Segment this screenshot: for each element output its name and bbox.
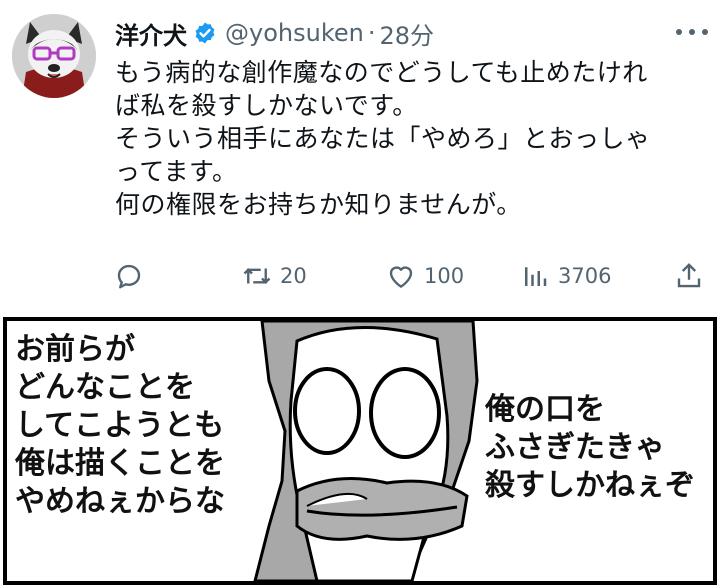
speech-line: ふさぎたきゃ (485, 430, 665, 465)
speech-line: 俺の口を (485, 392, 605, 427)
reply-button[interactable] (114, 258, 144, 294)
tweet: 洋介犬 @yohsuken · 28分 もう病的な創作魔なのでどうしても止めたけ… (0, 0, 720, 310)
speech-line: お前らが (15, 332, 135, 367)
timestamp[interactable]: 28分 (379, 16, 434, 51)
tweet-line: 何の権限をお持ちか知りませんが。 (115, 190, 522, 219)
tweet-line: ってます。 (115, 157, 238, 186)
user-handle[interactable]: @yohsuken (225, 19, 364, 47)
speech-line: やめねぇからな (15, 484, 225, 519)
heart-icon (389, 266, 413, 288)
tweet-line: ば私を殺すしかないです。 (115, 91, 418, 120)
more-options-icon[interactable] (676, 22, 708, 42)
views-count: 3706 (558, 264, 612, 288)
avatar[interactable] (12, 14, 96, 98)
views-icon (525, 267, 547, 286)
share-icon (677, 263, 701, 288)
tweet-text: もう病的な創作魔なのでどうしても止めたけれ ば私を殺すしかないです。 そういう相… (115, 56, 705, 221)
views-button[interactable]: 3706 (520, 258, 611, 294)
tweet-line: もう病的な創作魔なのでどうしても止めたけれ (115, 58, 648, 87)
share-button[interactable] (674, 258, 704, 294)
tweet-line: そういう相手にあなたは「やめろ」とおっしゃ (115, 124, 651, 153)
tweet-actions: 20 100 3706 (110, 258, 710, 294)
retweet-icon (243, 268, 271, 284)
retweet-button[interactable]: 20 (242, 258, 307, 294)
like-count: 100 (424, 264, 465, 288)
verified-badge-icon (195, 22, 215, 44)
tweet-header: 洋介犬 @yohsuken · 28分 (115, 16, 434, 50)
speech-line: してこようとも (15, 408, 225, 443)
speech-text-right: 俺の口を ふさぎたきゃ 殺すしかねぇぞ (485, 391, 695, 505)
display-name[interactable]: 洋介犬 (115, 16, 187, 51)
separator: · (367, 19, 376, 47)
reply-icon (117, 264, 141, 289)
speech-line: どんなことを (15, 370, 195, 405)
speech-line: 俺は描くことを (15, 446, 225, 481)
retweet-count: 20 (280, 264, 307, 288)
comic-panel: お前らが どんなことを してこようとも 俺は描くことを やめねぇからな 俺の口を… (3, 317, 717, 585)
speech-text-left: お前らが どんなことを してこようとも 俺は描くことを やめねぇからな (15, 331, 225, 521)
like-button[interactable]: 100 (386, 258, 464, 294)
speech-line: 殺すしかねぇぞ (485, 468, 695, 503)
